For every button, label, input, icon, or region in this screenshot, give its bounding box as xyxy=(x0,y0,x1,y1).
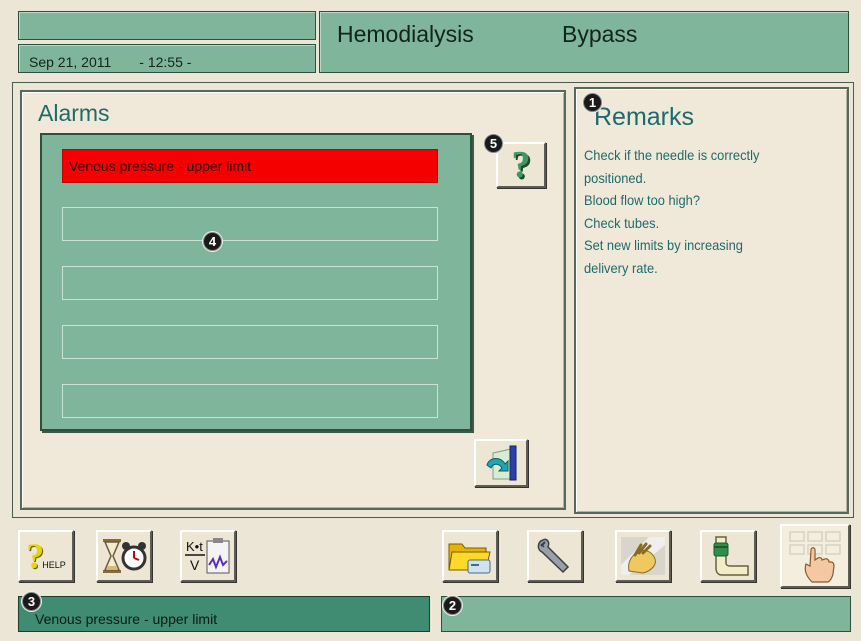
ktv-top-text: K•t xyxy=(186,539,203,554)
remarks-text: Check if the needle is correctly positio… xyxy=(584,144,814,279)
therapy-submode: Bypass xyxy=(562,21,638,47)
status-secondary-bar xyxy=(441,596,851,632)
patient-data-button[interactable] xyxy=(442,530,498,582)
blood-pressure-button[interactable] xyxy=(700,530,756,582)
remarks-line: Blood flow too high? xyxy=(584,192,701,208)
folder-card-icon xyxy=(448,543,491,574)
alarms-title: Alarms xyxy=(38,100,110,126)
remarks-line: Check tubes. xyxy=(584,214,660,231)
remarks-title: Remarks xyxy=(594,103,695,131)
therapy-mode: Hemodialysis xyxy=(337,21,474,47)
ktv-button[interactable]: K•t V xyxy=(180,530,236,582)
wrench-icon xyxy=(537,538,570,574)
disinfection-button[interactable] xyxy=(615,530,671,582)
keypad-hand-icon xyxy=(789,531,841,583)
ktv-clipboard-icon: K•t V xyxy=(185,538,230,574)
callout-marker: 1 xyxy=(583,93,602,112)
timer-button[interactable] xyxy=(96,530,152,582)
alarm-help-button[interactable]: ? xyxy=(496,142,546,188)
mode-header: Hemodialysis Bypass xyxy=(319,11,849,73)
remarks-line: Set new limits by increasing xyxy=(584,237,743,253)
exit-button[interactable] xyxy=(474,439,528,487)
service-button[interactable] xyxy=(527,530,583,582)
hourglass-alarm-clock-icon xyxy=(103,539,147,573)
alarm-row-empty[interactable] xyxy=(62,384,438,418)
disinfection-hand-icon xyxy=(621,537,665,575)
exit-arrow-icon xyxy=(486,445,517,481)
status-message: Venous pressure - upper limit xyxy=(35,611,218,627)
remarks-line: Check if the needle is correctly xyxy=(584,147,760,163)
alarm-row-active[interactable]: Venous pressure - upper limit xyxy=(62,149,438,183)
question-icon: ? xyxy=(511,144,531,186)
header-info-box xyxy=(18,11,316,40)
alarm-row-empty[interactable] xyxy=(62,266,438,300)
callout-marker: 5 xyxy=(484,134,503,153)
remarks-line: positioned. xyxy=(584,169,647,186)
remarks-line: delivery rate. xyxy=(584,259,658,276)
arm-cuff-icon xyxy=(713,536,749,576)
status-message-bar: Venous pressure - upper limit xyxy=(18,596,430,632)
help-label: HELP xyxy=(42,560,66,570)
date-text: Sep 21, 2011 xyxy=(29,54,112,70)
help-button[interactable]: ? HELP xyxy=(18,530,74,582)
callout-marker: 4 xyxy=(203,232,222,251)
alarm-list: Venous pressure - upper limit xyxy=(40,133,472,431)
alarm-row-empty[interactable] xyxy=(62,207,438,241)
callout-marker: 2 xyxy=(443,596,462,615)
help-icon: ? HELP xyxy=(26,536,66,576)
callout-marker: 3 xyxy=(22,592,41,611)
date-time-display: Sep 21, 2011 - 12:55 - xyxy=(18,44,316,73)
keypad-button[interactable] xyxy=(780,524,850,588)
time-text: - 12:55 - xyxy=(139,54,192,70)
alarm-row-empty[interactable] xyxy=(62,325,438,359)
ktv-bottom-text: V xyxy=(190,557,200,573)
